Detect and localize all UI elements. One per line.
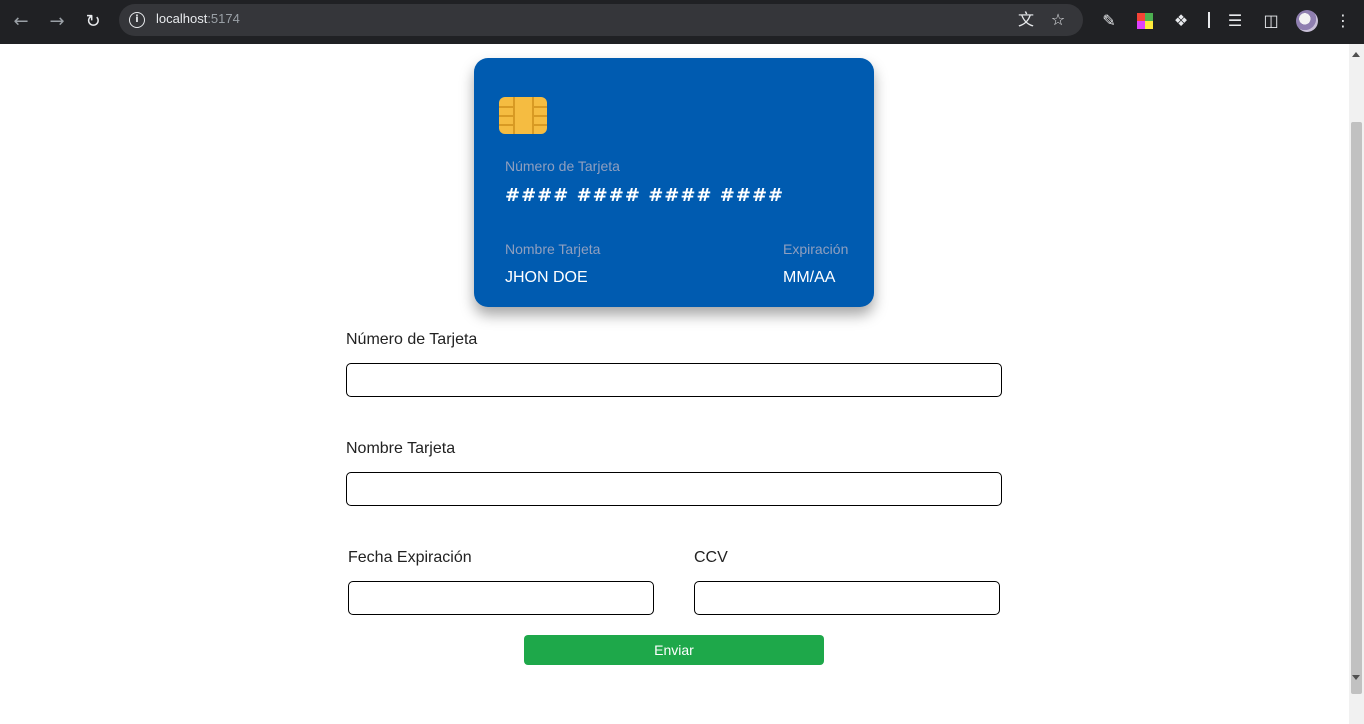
- card-name-label: Nombre Tarjeta: [505, 241, 601, 257]
- eyedropper-icon[interactable]: ✎: [1098, 10, 1120, 32]
- forward-arrow-icon[interactable]: →: [43, 8, 71, 36]
- card-expiry-label: Expiración: [783, 241, 849, 257]
- expiry-input[interactable]: [348, 581, 654, 615]
- reload-icon[interactable]: ↻: [79, 8, 107, 36]
- toolbar-divider: [1208, 12, 1210, 28]
- url-port: :5174: [207, 11, 240, 26]
- back-arrow-icon[interactable]: ←: [7, 8, 35, 36]
- media-queue-icon[interactable]: ☰: [1224, 10, 1246, 32]
- url-text[interactable]: localhost:5174: [156, 11, 240, 26]
- submit-button[interactable]: Enviar: [524, 635, 824, 665]
- menu-kebab-icon[interactable]: ⋮: [1332, 10, 1354, 32]
- card-number-value: #### #### #### ####: [505, 185, 785, 206]
- scroll-up-arrow-icon[interactable]: [1352, 52, 1360, 57]
- side-panel-icon[interactable]: ◫: [1260, 10, 1282, 32]
- credit-card-preview: Número de Tarjeta #### #### #### #### No…: [474, 58, 874, 307]
- card-expiry-value: MM/AA: [783, 269, 836, 286]
- bookmark-star-icon[interactable]: ☆: [1048, 10, 1068, 30]
- expiry-field-label: Fecha Expiración: [348, 549, 472, 566]
- color-palette-icon[interactable]: [1134, 10, 1156, 32]
- scroll-down-arrow-icon[interactable]: [1352, 675, 1360, 680]
- address-bar[interactable]: i localhost:5174 文 ☆: [119, 4, 1083, 36]
- card-number-label: Número de Tarjeta: [505, 158, 620, 174]
- profile-avatar[interactable]: [1296, 10, 1318, 32]
- site-info-icon[interactable]: i: [129, 12, 145, 28]
- extensions-puzzle-icon[interactable]: ❖: [1170, 10, 1192, 32]
- number-field-label: Número de Tarjeta: [346, 331, 478, 348]
- scrollbar-thumb[interactable]: [1351, 122, 1362, 694]
- ccv-field-label: CCV: [694, 549, 728, 566]
- card-number-input[interactable]: [346, 363, 1002, 397]
- name-field-label: Nombre Tarjeta: [346, 440, 456, 457]
- ccv-input[interactable]: [694, 581, 1000, 615]
- url-host: localhost: [156, 11, 208, 26]
- card-name-input[interactable]: [346, 472, 1002, 506]
- translate-icon[interactable]: 文: [1016, 10, 1036, 30]
- card-name-value: JHON DOE: [505, 269, 588, 286]
- card-chip-icon: [499, 97, 547, 134]
- page-scrollbar[interactable]: [1349, 44, 1364, 724]
- browser-toolbar: ← → ↻ i localhost:5174 文 ☆ ✎ ❖ ☰ ◫ ⋮: [0, 0, 1364, 44]
